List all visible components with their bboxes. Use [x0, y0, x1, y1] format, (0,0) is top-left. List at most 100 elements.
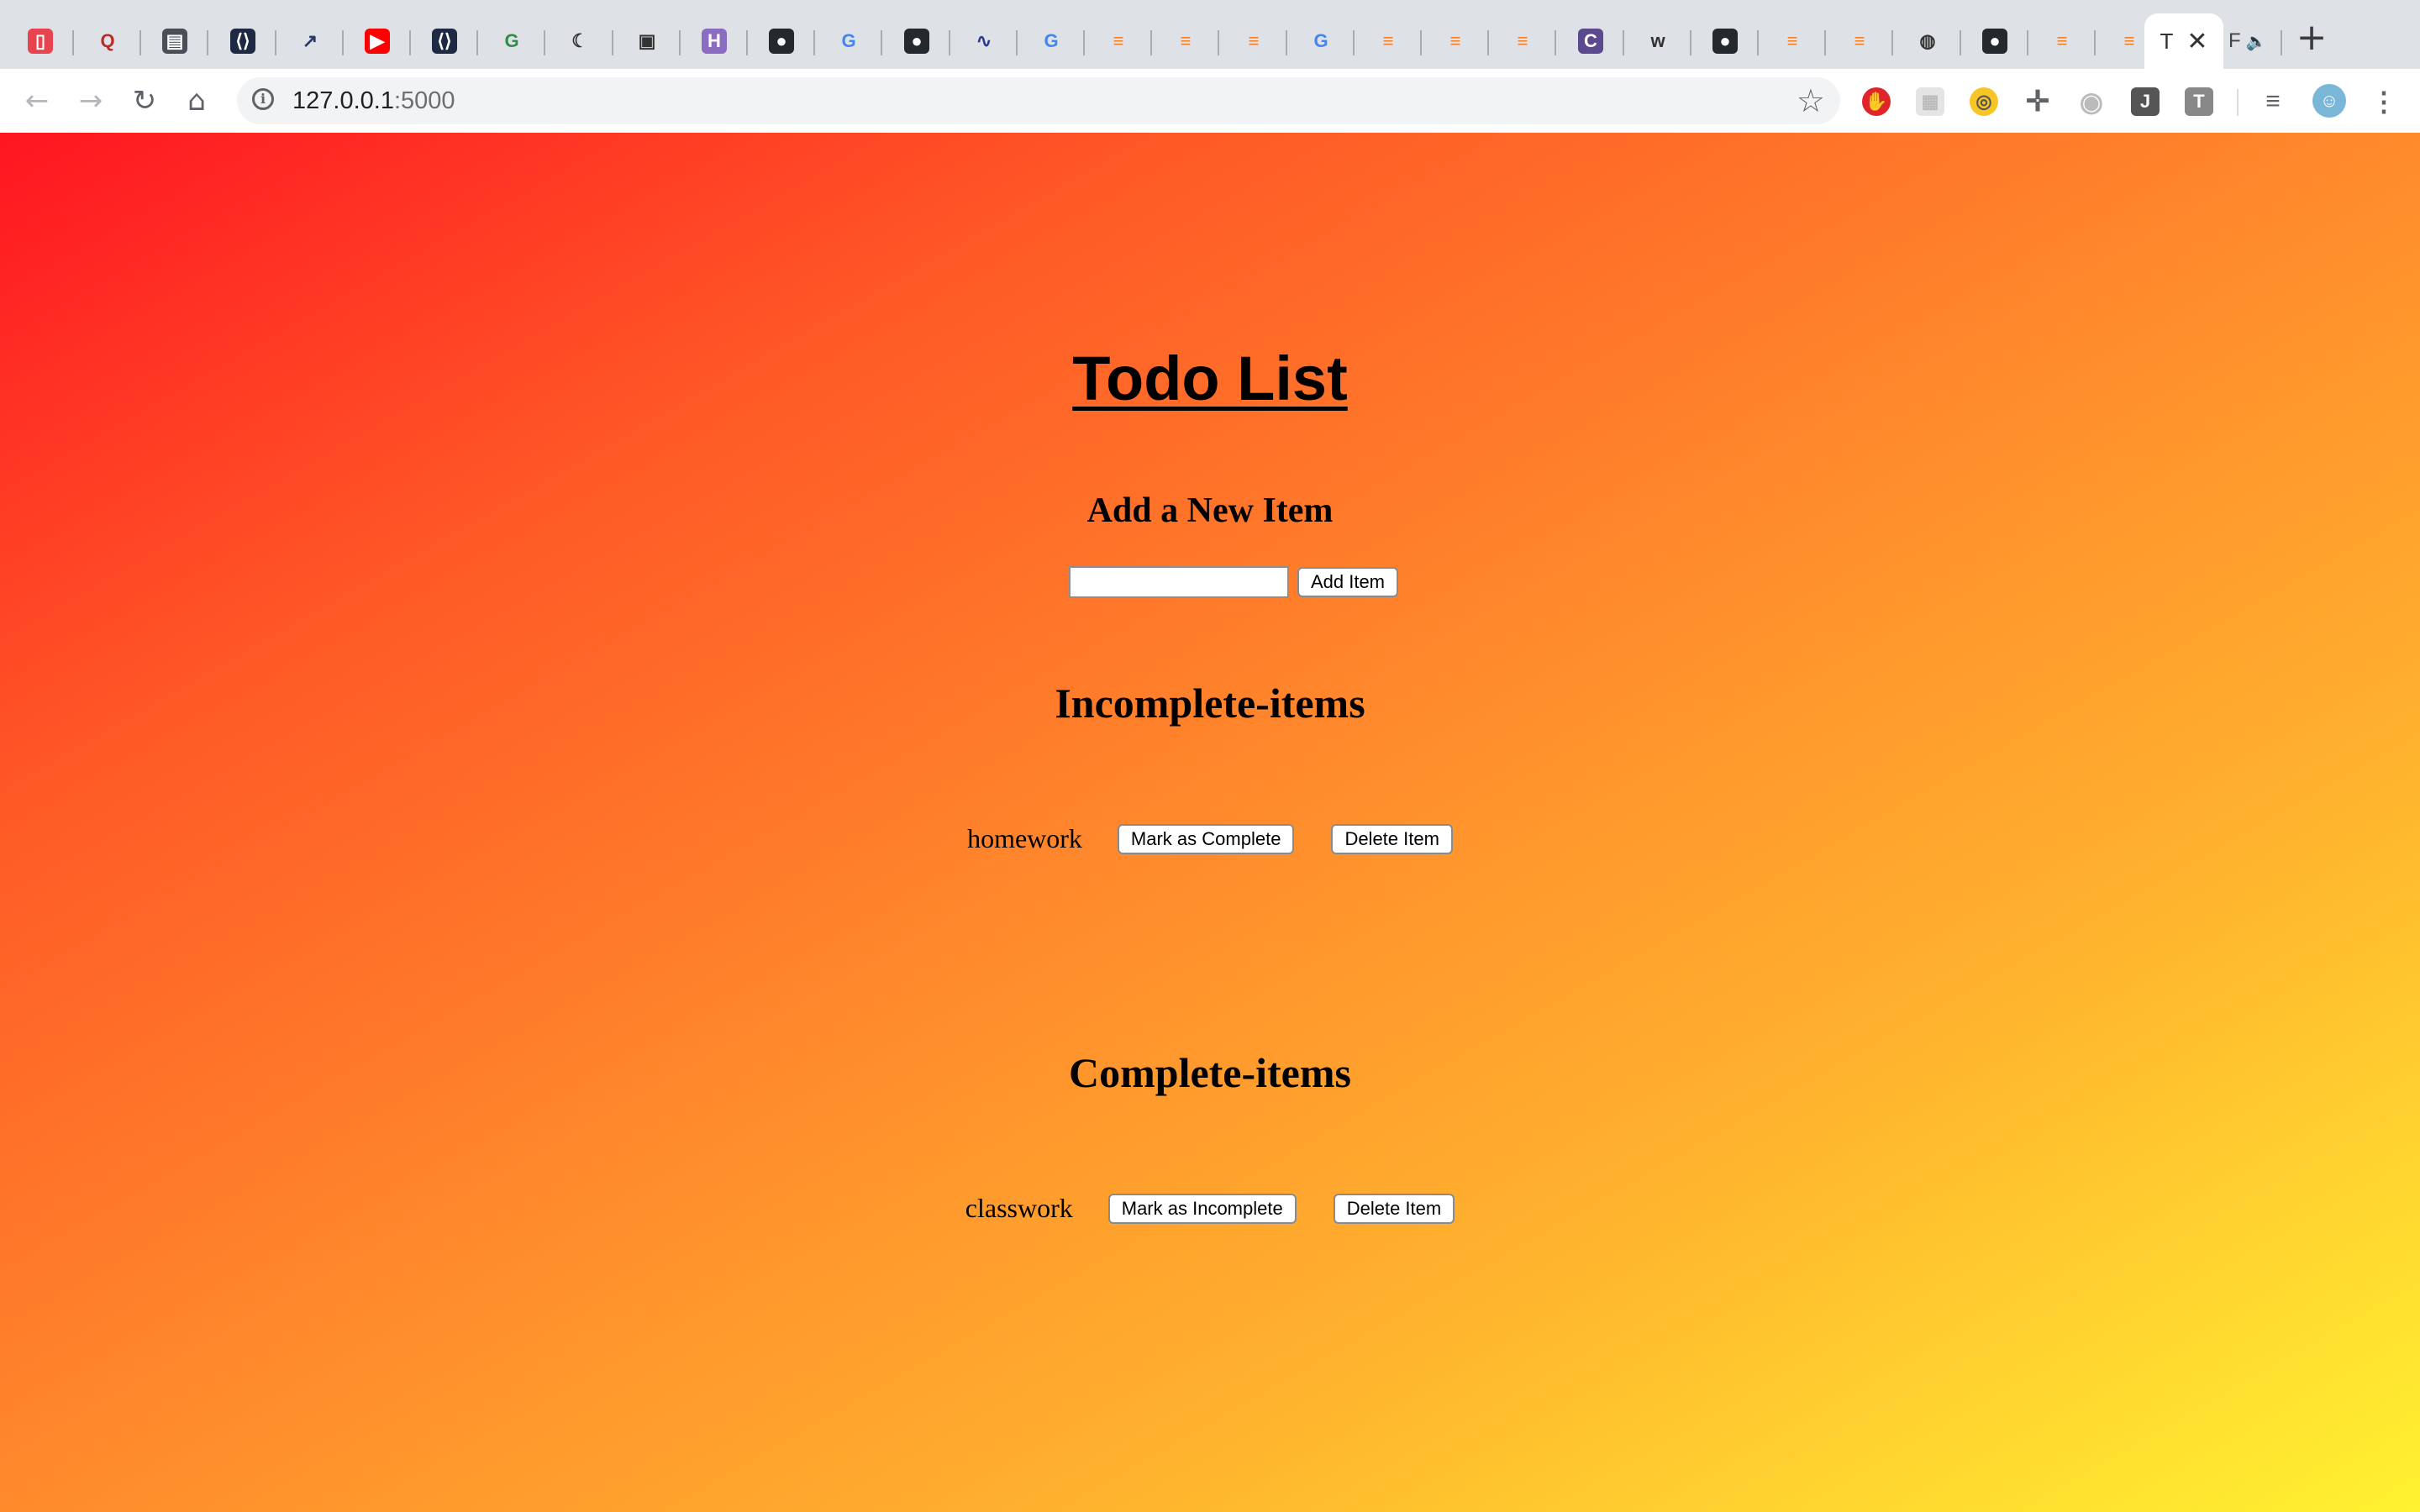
speaker-icon: 🔈 — [2245, 31, 2267, 51]
stackoverflow-icon: ≡ — [2056, 30, 2068, 51]
browser-tab[interactable]: C — [1557, 13, 1624, 69]
extension-t-label: T — [2193, 91, 2205, 112]
avatar[interactable]: ☺ — [2312, 84, 2346, 118]
browser-tab[interactable]: ≡ — [1355, 13, 1422, 69]
browser-tab[interactable]: ▶ — [344, 13, 411, 69]
browser-tab[interactable]: ≡ — [2028, 13, 2096, 69]
browser-tab[interactable]: ● — [748, 13, 815, 69]
browser-tab[interactable]: ⟨⟩ — [411, 13, 478, 69]
stackoverflow-icon: ≡ — [1854, 30, 1865, 51]
code-bracket-icon: ⟨⟩ — [230, 29, 255, 54]
reload-icon[interactable]: ↻ — [124, 81, 165, 121]
camera-icon: ▣ — [638, 30, 656, 51]
move-cross-icon[interactable]: ✛ — [2023, 86, 2052, 118]
browser-tab[interactable]: ≡ — [1220, 13, 1287, 69]
extension-grid-icon[interactable]: ▦ — [1916, 87, 1944, 116]
book-sidebar-icon: ▤ — [162, 29, 187, 54]
address-url[interactable]: 127.0.0.1:5000 — [292, 87, 455, 115]
browser-tab[interactable]: ● — [1691, 13, 1759, 69]
browser-tab[interactable]: ≡ — [1759, 13, 1826, 69]
mark-complete-button[interactable]: Mark as Complete — [1117, 823, 1295, 854]
extension-j-icon[interactable]: J — [2131, 87, 2160, 116]
browser-tab[interactable]: ∿ — [950, 13, 1018, 69]
new-tab-button[interactable]: + — [2292, 18, 2331, 57]
geeksforgeeks-icon: G — [504, 30, 519, 51]
browser-tab[interactable]: ▯ — [7, 13, 74, 69]
github-icon: ● — [769, 29, 794, 54]
forward-arrow-icon[interactable]: → — [71, 81, 111, 121]
media-queue-icon[interactable]: ≡ — [2259, 87, 2287, 116]
browser-tab[interactable]: ⟨⟩ — [209, 13, 276, 69]
browser-tab[interactable]: ≡ — [1152, 13, 1219, 69]
back-arrow-icon[interactable]: ← — [17, 81, 57, 121]
address-bar[interactable]: i 127.0.0.1:5000 ☆ — [237, 77, 1840, 124]
complete-item-row: classwork Mark as Incomplete Delete Item — [0, 1193, 2420, 1224]
sloth-icon: ☾ — [571, 30, 588, 51]
browser-tab[interactable]: ☾ — [546, 13, 613, 69]
browser-tab[interactable]: G — [1287, 13, 1355, 69]
home-icon[interactable]: ⌂ — [176, 81, 217, 121]
add-item-button[interactable]: Add Item — [1297, 567, 1399, 597]
stackoverflow-icon: ≡ — [1786, 30, 1798, 51]
adblock-icon[interactable]: ✋ — [1862, 87, 1891, 116]
opera-red-icon: ▯ — [28, 29, 53, 54]
delete-item-button[interactable]: Delete Item — [1331, 823, 1453, 854]
tab-audio-playing[interactable]: F 🔈 — [2223, 13, 2282, 69]
tab-separator — [544, 30, 545, 55]
browser-tab[interactable]: ↗ — [276, 13, 344, 69]
browser-tab[interactable]: ≡ — [1085, 13, 1152, 69]
browser-tab[interactable]: ● — [1961, 13, 2028, 69]
menu-kebab-icon[interactable]: ⋮ — [2370, 87, 2398, 117]
browser-tab[interactable]: ◍ — [1894, 13, 1961, 69]
trending-chart-icon: ↗ — [302, 30, 318, 51]
tab-title: F — [2228, 29, 2241, 52]
tab-separator — [1891, 30, 1893, 55]
browser-tab[interactable]: Q — [74, 13, 141, 69]
c-circle-icon: C — [1578, 29, 1603, 54]
extension-t-icon[interactable]: T — [2185, 87, 2213, 116]
site-info-icon[interactable]: i — [252, 88, 274, 110]
new-item-input[interactable] — [1068, 566, 1289, 598]
extension-target-icon[interactable]: ◉ — [2077, 87, 2106, 117]
tab-strip: ▯ Q ▤ ⟨⟩ ↗ ▶ ⟨⟩ G ☾ ▣ H ● G ● ∿ G ≡ ≡ ≡ G ≡ ≡ ≡ Cw ● ≡ ≡ ◍ ● ≡ ≡ T ✕ F… — [0, 0, 2420, 69]
globe-icon: ◍ — [1919, 30, 1936, 51]
browser-toolbar: ← → ↻ ⌂ i 127.0.0.1:5000 ☆ ✋ ▦ ◎ ✛ ◉ J T… — [0, 69, 2420, 134]
extension-coin-icon[interactable]: ◎ — [1970, 87, 1998, 116]
address-port: :5000 — [393, 87, 455, 114]
tab-separator — [1218, 30, 1219, 55]
tab-separator — [1555, 30, 1556, 55]
google-icon: G — [1044, 30, 1059, 51]
close-tab-icon[interactable]: ✕ — [2186, 27, 2207, 56]
browser-tab[interactable]: ≡ — [1826, 13, 1893, 69]
tab-active-todo[interactable]: T ✕ — [2144, 13, 2223, 69]
stackoverflow-icon: ≡ — [1180, 30, 1192, 51]
tab-separator — [2281, 30, 2282, 55]
toolbar-divider — [2237, 89, 2238, 116]
browser-tab[interactable]: H — [681, 13, 748, 69]
incomplete-items-heading: Incomplete-items — [1055, 680, 1365, 727]
browser-tab[interactable]: ▣ — [613, 13, 681, 69]
github-icon: ● — [904, 29, 929, 54]
hackerrank-icon: H — [702, 29, 727, 54]
tab-separator — [207, 30, 208, 55]
browser-tab[interactable]: ≡ — [1489, 13, 1556, 69]
delete-item-button[interactable]: Delete Item — [1333, 1193, 1455, 1224]
stackoverflow-icon: ≡ — [1517, 30, 1528, 51]
browser-tab[interactable]: G — [1018, 13, 1085, 69]
browser-tab[interactable]: G — [478, 13, 545, 69]
item-text: classwork — [965, 1193, 1073, 1223]
google-icon: G — [841, 30, 856, 51]
quora-icon: Q — [100, 30, 115, 51]
tab-title: T — [2160, 28, 2174, 54]
page-title: Todo List — [1072, 344, 1348, 413]
browser-tab[interactable]: G — [815, 13, 882, 69]
browser-tab[interactable]: ● — [883, 13, 950, 69]
browser-tab[interactable]: ≡ — [1422, 13, 1489, 69]
extension-j-label: J — [2139, 91, 2151, 112]
browser-tab[interactable]: ▤ — [141, 13, 208, 69]
code-bracket-icon: ⟨⟩ — [432, 29, 457, 54]
browser-tab[interactable]: w — [1624, 13, 1691, 69]
complete-items-heading: Complete-items — [1069, 1049, 1351, 1096]
mark-incomplete-button[interactable]: Mark as Incomplete — [1107, 1193, 1297, 1224]
bookmark-star-icon[interactable]: ☆ — [1797, 82, 1825, 119]
